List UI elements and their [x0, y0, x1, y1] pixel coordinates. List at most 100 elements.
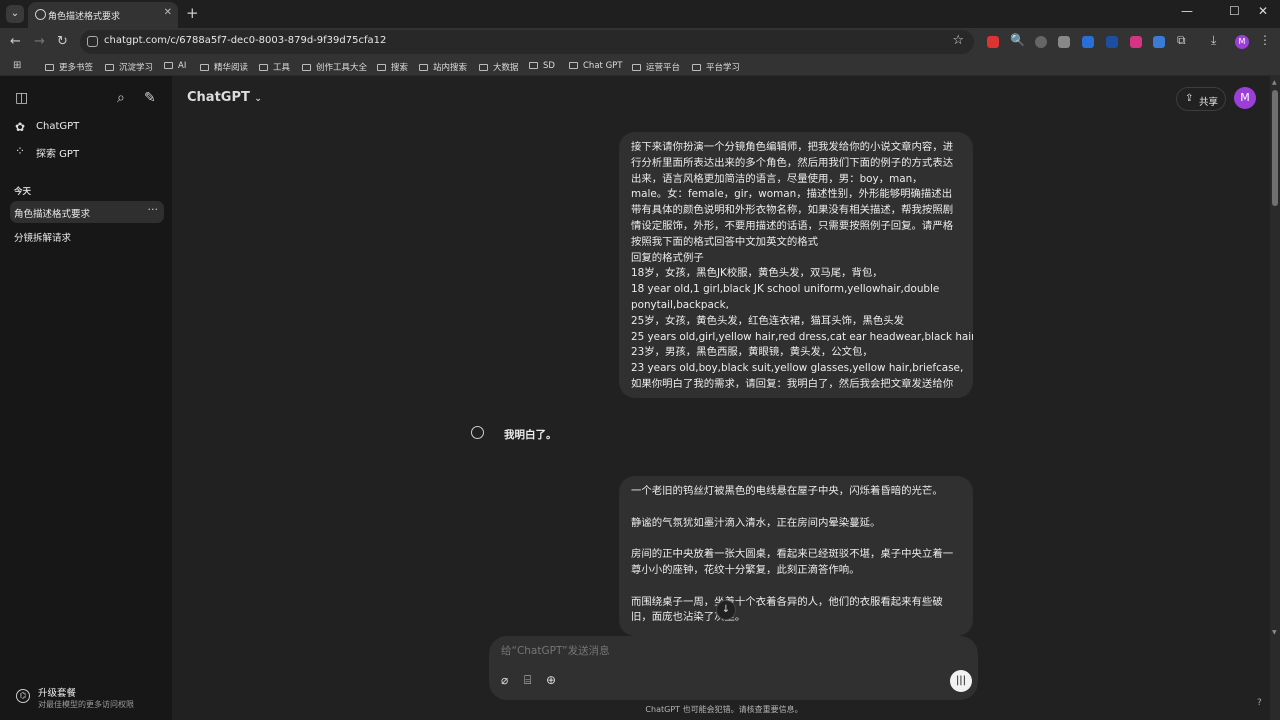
browser-tab[interactable]: 角色描述格式要求 ✕: [28, 2, 178, 28]
message-line: 旧，面庞也沾染了灰尘。: [631, 611, 746, 624]
user-avatar[interactable]: M: [1234, 87, 1256, 109]
scroll-down-icon[interactable]: ▼: [1272, 629, 1277, 636]
message-input[interactable]: [501, 645, 901, 657]
bookmark-folder[interactable]: 大数据: [479, 61, 519, 73]
url-text[interactable]: chatgpt.com/c/6788a5f7-dec0-8003-879d-9f…: [104, 35, 386, 46]
toggle-sidebar-icon[interactable]: ◫: [15, 90, 28, 106]
bookmark-folder[interactable]: 创作工具大全: [302, 61, 367, 73]
chatgpt-favicon-icon: [35, 9, 46, 20]
bookmark-folder[interactable]: SD: [529, 61, 555, 71]
bookmark-folder[interactable]: 站内搜索: [419, 61, 467, 73]
message-line: 按照我下面的格式回答中文加英文的格式: [631, 235, 819, 248]
profile-avatar[interactable]: M: [1235, 35, 1249, 49]
close-tab-icon[interactable]: ✕: [164, 7, 172, 18]
model-selector[interactable]: ChatGPT ⌄: [187, 90, 262, 105]
extension-zoom-icon[interactable]: 🔍: [1010, 33, 1025, 47]
bookmark-label: 大数据: [493, 63, 519, 73]
new-tab-icon[interactable]: +: [186, 4, 199, 22]
folder-icon: [569, 62, 578, 69]
help-button[interactable]: ?: [1257, 698, 1262, 708]
extension-camera-icon[interactable]: [987, 36, 999, 48]
share-label: 共享: [1199, 97, 1219, 108]
extension-translate-icon[interactable]: [1130, 36, 1142, 48]
forward-icon[interactable]: →: [34, 34, 45, 49]
sidebar: ◫ ⌕ ✎ ✿ ChatGPT ⁘ 探索 GPT 今天 角色描述格式要求 ···…: [0, 76, 172, 720]
search-icon[interactable]: ⌕: [117, 90, 125, 106]
message-line: 回复的格式例子: [631, 251, 704, 264]
extension-blue-icon[interactable]: [1082, 36, 1094, 48]
message-line: 而围绕桌子一周，坐着十个衣着各异的人，他们的衣服看起来有些破: [631, 595, 943, 608]
maximize-icon[interactable]: ☐: [1229, 4, 1240, 18]
new-chat-icon[interactable]: ✎: [144, 90, 156, 106]
extension-mountain-icon[interactable]: [1058, 36, 1070, 48]
bookmark-folder[interactable]: 运营平台: [632, 61, 680, 73]
folder-icon: [632, 64, 641, 71]
bookmark-folder[interactable]: 搜索: [377, 61, 408, 73]
extension-circle-icon[interactable]: [1035, 36, 1047, 48]
message-line: 尊小小的座钟，花纹十分繁复，此刻正滴答作响。: [631, 563, 860, 576]
site-info-icon[interactable]: [87, 36, 98, 47]
folder-icon: [259, 64, 268, 71]
scrollbar[interactable]: ▲ ▼: [1270, 76, 1280, 720]
chat-main: ChatGPT ⌄ ⇪ 共享 M 接下来请你扮演一个分镜角色编辑师，把我发给你的…: [172, 76, 1270, 720]
bookmark-label: AI: [178, 61, 187, 71]
assistant-message: 我明白了。: [504, 429, 557, 441]
folder-icon: [45, 64, 54, 71]
message-line: male。女：female，gir，woman，描述性别，外形能够明确描述出: [631, 188, 953, 201]
reload-icon[interactable]: ↻: [57, 34, 68, 49]
bookmark-label: 搜索: [391, 63, 409, 73]
scroll-to-bottom-button[interactable]: ↓: [716, 600, 736, 620]
upgrade-icon: ⌬: [16, 689, 30, 703]
minimize-icon[interactable]: —: [1181, 4, 1193, 18]
conversation-item[interactable]: 角色描述格式要求 ···: [10, 201, 164, 223]
bookmark-star-icon[interactable]: ☆: [952, 33, 964, 48]
close-window-icon[interactable]: ✕: [1258, 4, 1268, 18]
back-icon[interactable]: ←: [10, 34, 21, 49]
folder-icon: [479, 64, 488, 71]
bookmark-label: Chat GPT: [583, 61, 623, 71]
bookmark-folder[interactable]: 精华阅读: [200, 61, 248, 73]
extensions-puzzle-icon[interactable]: ⧉: [1177, 33, 1186, 48]
bookmark-folder[interactable]: 平台学习: [692, 61, 740, 73]
voice-mode-button[interactable]: |||: [950, 670, 972, 692]
chatgpt-logo-icon: ✿: [15, 120, 26, 134]
bookmark-folder[interactable]: 沉淀学习: [105, 61, 153, 73]
bookmark-label: 工具: [273, 63, 291, 73]
extension-s-icon[interactable]: [1153, 36, 1165, 48]
address-bar[interactable]: chatgpt.com/c/6788a5f7-dec0-8003-879d-9f…: [80, 30, 974, 54]
scrollbar-thumb[interactable]: [1272, 90, 1278, 206]
history-section-title: 今天: [14, 187, 32, 197]
message-composer: ⌀ ⌸ ⊕ |||: [489, 636, 978, 700]
extension-compass-icon[interactable]: [1106, 36, 1118, 48]
user-message: 接下来请你扮演一个分镜角色编辑师，把我发给你的小说文章内容，进 行分析里面所表达…: [619, 132, 973, 398]
share-icon: ⇪: [1185, 93, 1194, 104]
tab-search-icon[interactable]: ⌄: [6, 5, 24, 23]
browser-menu-icon[interactable]: ⋮: [1259, 33, 1271, 47]
disclaimer: ChatGPT 也可能会犯错。请核查重要信息。: [645, 705, 803, 714]
attach-icon[interactable]: ⌀: [501, 673, 508, 687]
bookmark-folder[interactable]: 工具: [259, 61, 290, 73]
download-icon[interactable]: ⤓: [1211, 33, 1216, 48]
scroll-up-icon[interactable]: ▲: [1272, 79, 1277, 86]
globe-icon[interactable]: ⊕: [546, 673, 556, 687]
message-line: 25 years old,girl,yellow hair,red dress,…: [631, 330, 973, 343]
bookmark-folder[interactable]: Chat GPT: [569, 61, 622, 71]
bookmarks-bar: ⊞ 更多书签 沉淀学习 AI 精华阅读 工具 创作工具大全 搜索 站内搜索 大数…: [0, 56, 1280, 76]
bookmark-folder[interactable]: AI: [164, 61, 186, 71]
conversation-item[interactable]: 分镜拆解请求: [10, 225, 164, 247]
folder-icon: [377, 64, 386, 71]
folder-icon: [692, 64, 701, 71]
tab-title: 角色描述格式要求: [48, 12, 121, 22]
more-options-icon[interactable]: ···: [148, 203, 159, 216]
sidebar-item-chatgpt[interactable]: ✿ ChatGPT: [10, 117, 164, 139]
bookmark-folder[interactable]: 更多书签: [45, 61, 93, 73]
tools-icon[interactable]: ⌸: [524, 673, 531, 688]
upgrade-plan-button[interactable]: ⌬ 升级套餐 对最佳模型的更多访问权限: [10, 682, 164, 714]
grid-icon: ⁘: [15, 144, 26, 158]
share-button[interactable]: ⇪ 共享: [1176, 87, 1226, 111]
sidebar-item-explore-gpt[interactable]: ⁘ 探索 GPT: [10, 141, 164, 163]
apps-grid-icon[interactable]: ⊞: [13, 60, 21, 71]
model-name: ChatGPT: [187, 90, 250, 105]
